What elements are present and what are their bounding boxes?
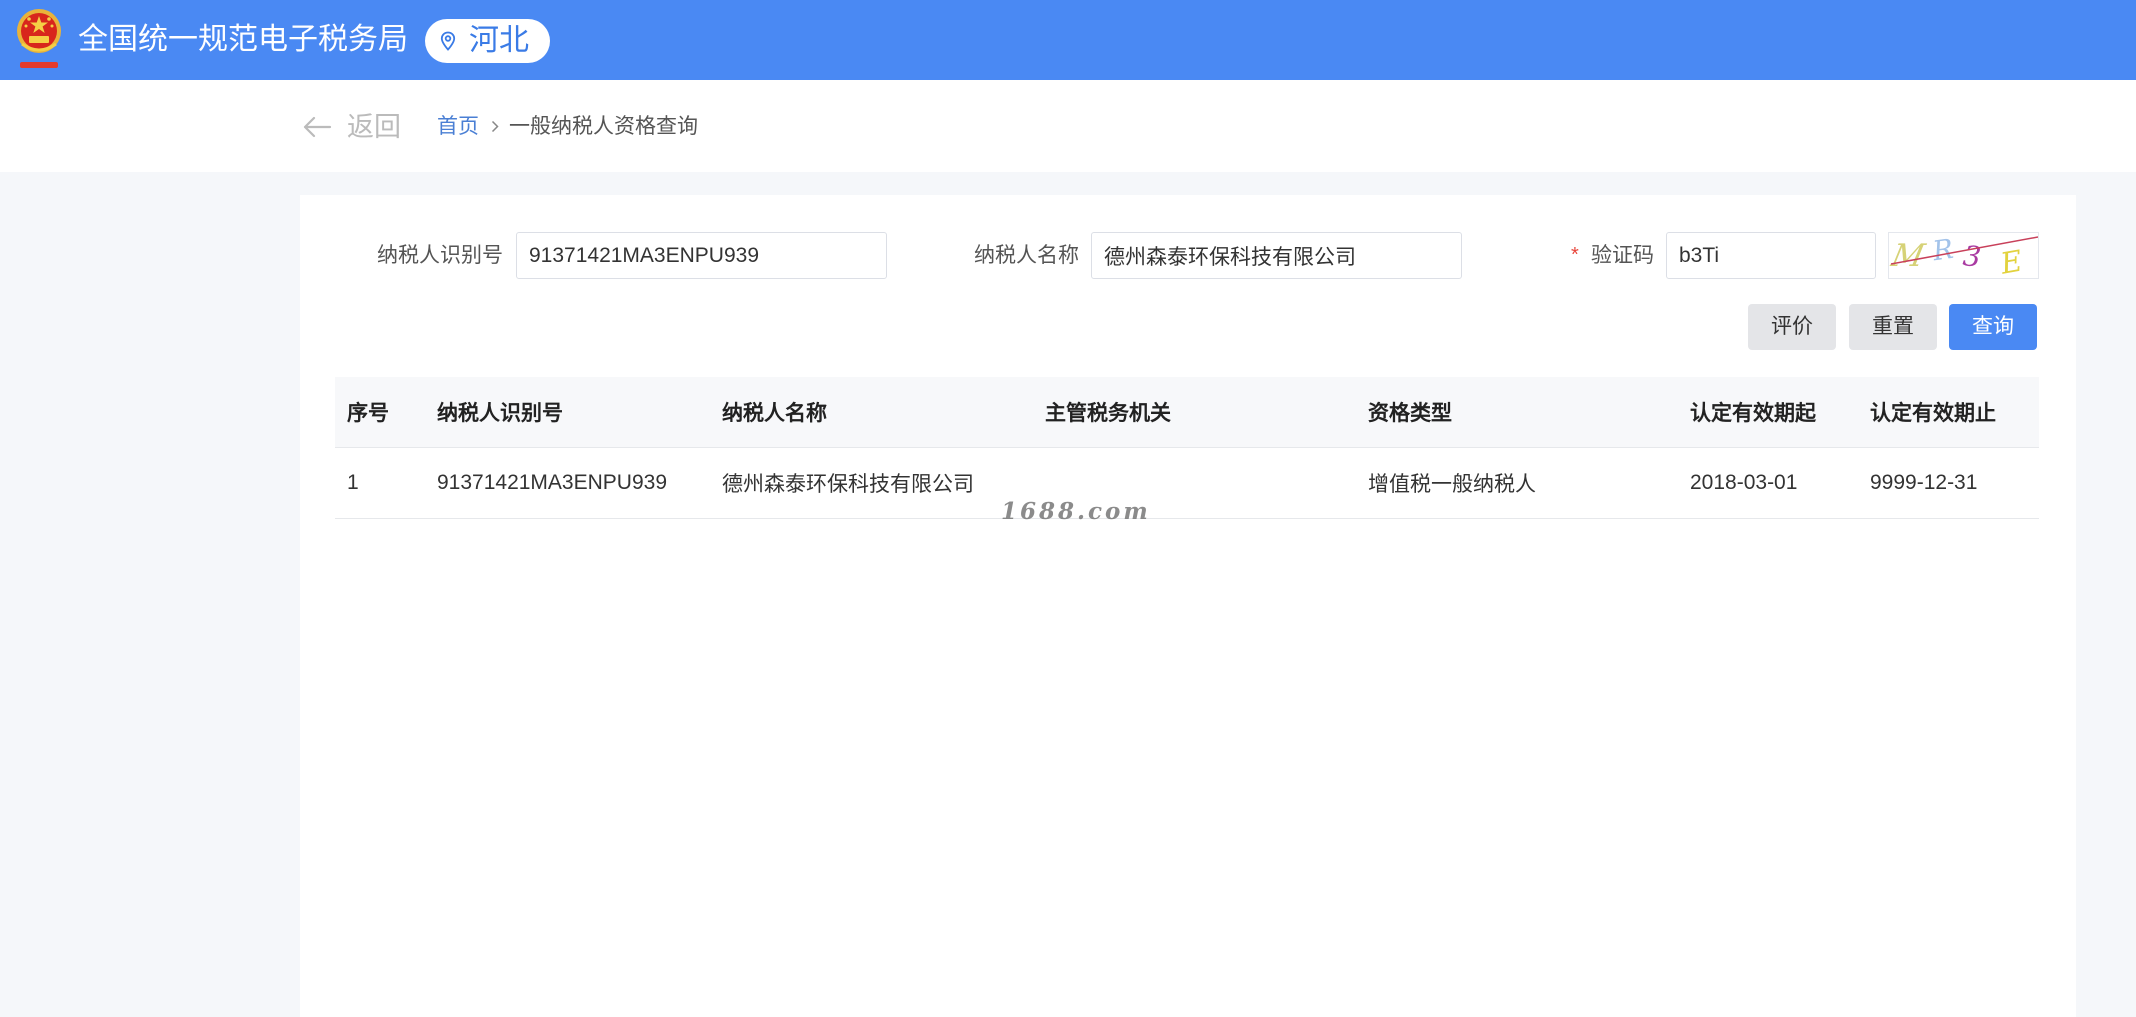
query-card: 纳税人识别号 纳税人名称 * 验证码 M R 3 E 评价 重置 查询 序号 xyxy=(300,195,2076,1017)
taxpayer-name-label: 纳税人名称 xyxy=(974,244,1079,267)
app-title: 全国统一规范电子税务局 xyxy=(78,23,408,56)
breadcrumb-current: 一般纳税人资格查询 xyxy=(509,115,698,138)
back-button[interactable]: 返回 xyxy=(300,106,406,148)
column-header-tax-authority: 主管税务机关 xyxy=(1045,401,1171,425)
cell-valid-to: 9999-12-31 xyxy=(1870,470,1978,494)
nav-bar: 返回 首页 一般纳税人资格查询 xyxy=(0,80,2136,172)
reset-button[interactable]: 重置 xyxy=(1849,304,1937,350)
top-header: 全国统一规范电子税务局 河北 xyxy=(0,0,2136,80)
captcha-noise-line xyxy=(1890,236,2038,265)
breadcrumb-home-link[interactable]: 首页 xyxy=(437,114,479,140)
captcha-image[interactable]: M R 3 E xyxy=(1888,232,2039,279)
cell-qualification-type: 增值税一般纳税人 xyxy=(1368,472,1536,496)
required-asterisk: * xyxy=(1571,244,1579,266)
tax-emblem-logo xyxy=(17,9,61,68)
location-pin-icon xyxy=(440,31,456,51)
column-header-taxpayer-id: 纳税人识别号 xyxy=(437,401,563,425)
region-label: 河北 xyxy=(469,24,529,57)
taxpayer-id-input[interactable] xyxy=(516,232,887,279)
table-row: 1 91371421MA3ENPU939 德州森泰环保科技有限公司 增值税一般纳… xyxy=(335,447,2039,518)
evaluate-button[interactable]: 评价 xyxy=(1748,304,1836,350)
result-table: 序号 纳税人识别号 纳税人名称 主管税务机关 资格类型 认定有效期起 认定有效期… xyxy=(335,377,2039,519)
taxpayer-name-input[interactable] xyxy=(1091,232,1462,279)
column-header-valid-from: 认定有效期起 xyxy=(1690,401,1816,425)
cell-index: 1 xyxy=(347,470,359,494)
taxpayer-id-label: 纳税人识别号 xyxy=(377,244,503,267)
cell-taxpayer-id: 91371421MA3ENPU939 xyxy=(437,470,667,494)
column-header-taxpayer-name: 纳税人名称 xyxy=(722,401,827,425)
column-header-index: 序号 xyxy=(347,401,389,425)
captcha-label: 验证码 xyxy=(1591,244,1654,267)
table-header-row: 序号 纳税人识别号 纳税人名称 主管税务机关 资格类型 认定有效期起 认定有效期… xyxy=(335,377,2039,447)
column-header-qualification-type: 资格类型 xyxy=(1368,401,1452,425)
cell-valid-from: 2018-03-01 xyxy=(1690,470,1798,494)
cell-taxpayer-name: 德州森泰环保科技有限公司 xyxy=(722,472,974,496)
cell-tax-authority xyxy=(1033,447,1356,518)
region-selector[interactable]: 河北 xyxy=(425,19,550,63)
chevron-right-icon xyxy=(491,120,499,133)
query-button[interactable]: 查询 xyxy=(1949,304,2037,350)
back-label: 返回 xyxy=(347,112,401,142)
column-header-valid-to: 认定有效期止 xyxy=(1870,401,1996,425)
captcha-input[interactable] xyxy=(1666,232,1876,279)
arrow-left-icon xyxy=(303,116,332,138)
